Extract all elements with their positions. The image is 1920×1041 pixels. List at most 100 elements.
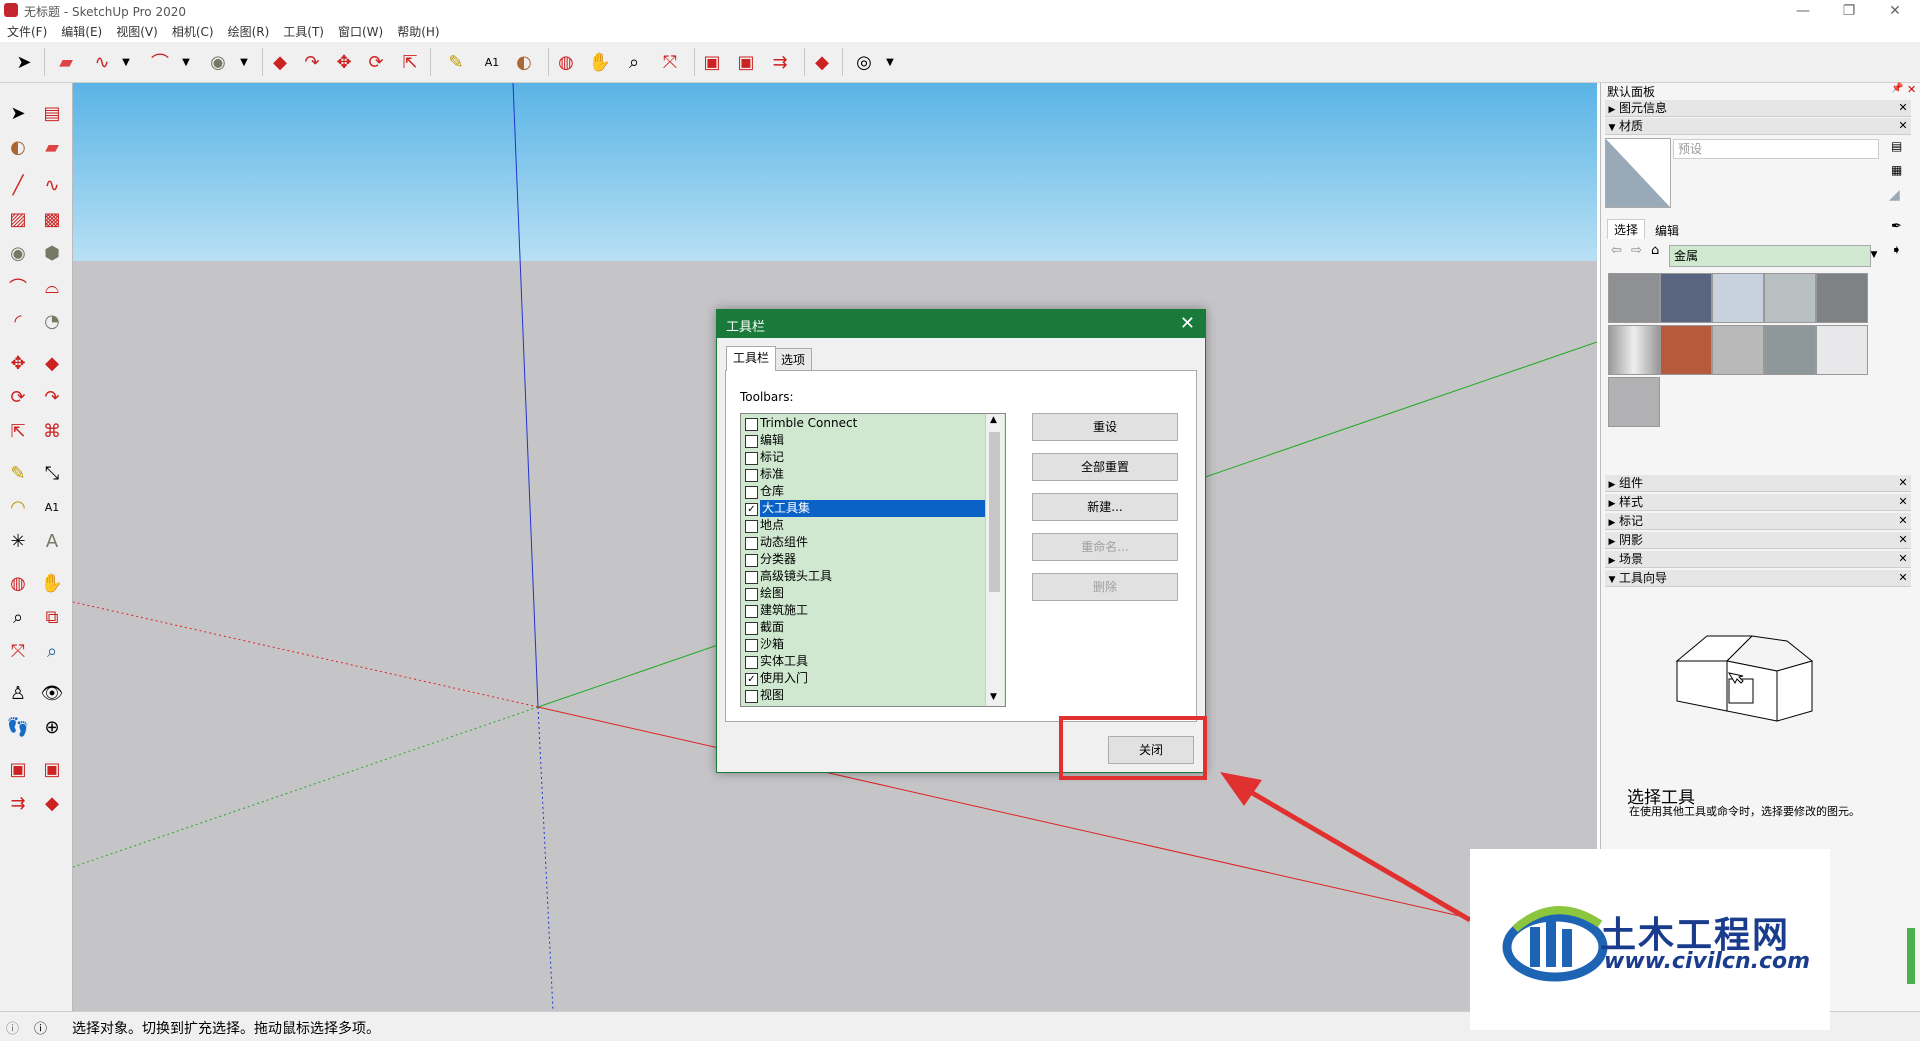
reset-all-button[interactable]: 全部重置	[1032, 453, 1178, 481]
close-tray-icon[interactable]: ✕	[1907, 83, 1916, 96]
list-item[interactable]: 绘图	[743, 585, 987, 602]
default-material-icon[interactable]: ▦	[1891, 163, 1902, 177]
close-icon[interactable]: ✕	[1897, 100, 1909, 116]
close-icon[interactable]: ✕	[1897, 475, 1909, 491]
checkbox[interactable]	[745, 588, 758, 601]
checkbox[interactable]	[745, 554, 758, 567]
material-name-input[interactable]: 预设	[1673, 139, 1879, 159]
scale-icon[interactable]: ⇱	[4, 417, 32, 445]
menu-tools[interactable]: 工具(T)	[276, 22, 331, 42]
text-icon[interactable]: A1	[478, 48, 506, 76]
rotate-icon[interactable]: ⟳	[4, 383, 32, 411]
rotate-icon[interactable]: ⟳	[362, 48, 390, 76]
list-item[interactable]: 实体工具	[743, 653, 987, 670]
checkbox[interactable]	[745, 656, 758, 669]
previous-view-icon[interactable]: ⌕	[38, 637, 66, 665]
chevron-down-icon[interactable]: ▼	[1867, 245, 1881, 265]
instructor-header[interactable]: ▼ 工具向导 ✕	[1605, 570, 1911, 587]
paint-bucket-icon[interactable]: ◐	[510, 48, 538, 76]
geo-location-icon[interactable]: ⓘ	[6, 1018, 19, 1037]
details-arrow-icon[interactable]: ➧	[1891, 243, 1902, 258]
dialog-title-bar[interactable]: 工具栏 ✕	[717, 310, 1205, 338]
info-icon[interactable]: ⓘ	[34, 1018, 47, 1037]
account-icon[interactable]: ◎	[850, 48, 878, 76]
material-swatch[interactable]	[1712, 325, 1764, 375]
pin-icon[interactable]: 📌	[1891, 83, 1903, 94]
orbit-icon[interactable]: ◍	[4, 569, 32, 597]
axes-icon[interactable]: ✳	[4, 527, 32, 555]
list-item[interactable]: 沙箱	[743, 636, 987, 653]
rotated-rectangle-icon[interactable]: ▩	[38, 205, 66, 233]
menu-camera[interactable]: 相机(C)	[165, 22, 221, 42]
checkbox[interactable]	[745, 418, 758, 431]
zoom-icon[interactable]: ⌕	[4, 603, 32, 631]
list-item[interactable]: 标记	[743, 449, 987, 466]
material-swatch[interactable]	[1712, 273, 1764, 323]
material-swatch[interactable]	[1764, 325, 1816, 375]
dropdown-icon[interactable]: ▼	[112, 48, 140, 76]
menu-view[interactable]: 视图(V)	[109, 22, 165, 42]
list-item[interactable]: 地点	[743, 517, 987, 534]
material-swatch[interactable]	[1608, 377, 1660, 427]
follow-me-icon[interactable]: ↷	[38, 383, 66, 411]
material-swatch[interactable]	[1816, 325, 1868, 375]
push-pull-icon[interactable]: ◆	[38, 349, 66, 377]
list-item[interactable]: 仓库	[743, 483, 987, 500]
two-point-arc-icon[interactable]: ⌓	[38, 273, 66, 301]
close-icon[interactable]: ✕	[1897, 532, 1909, 548]
tab-select[interactable]: 选择	[1607, 219, 1646, 239]
list-item[interactable]: 视图	[743, 687, 987, 704]
eraser-icon[interactable]: ▰	[38, 133, 66, 161]
toolbars-list[interactable]: Trimble Connect 编辑 标记 标准 仓库 ✓ 大工具集 地点 动态组…	[740, 413, 1006, 707]
extension-manager-icon[interactable]: ◆	[38, 789, 66, 817]
eyedropper-icon[interactable]: ✒	[1891, 219, 1902, 234]
back-icon[interactable]: ⇦	[1611, 243, 1622, 258]
3d-text-icon[interactable]: A	[38, 527, 66, 555]
warehouse-icon[interactable]: ▣	[698, 48, 726, 76]
material-swatch[interactable]	[1608, 325, 1660, 375]
list-item[interactable]: 标准	[743, 466, 987, 483]
zoom-icon[interactable]: ⌕	[620, 48, 648, 76]
extension-warehouse-icon[interactable]: ▣	[732, 48, 760, 76]
arc-icon[interactable]: ⌒	[146, 48, 174, 76]
freehand-icon[interactable]: ∿	[38, 171, 66, 199]
collection-select[interactable]: 金属	[1669, 245, 1871, 267]
arc-icon[interactable]: ⌒	[4, 273, 32, 301]
tape-measure-icon[interactable]: ✎	[442, 48, 470, 76]
styles-header[interactable]: ▶ 样式 ✕	[1605, 494, 1911, 511]
close-window-button[interactable]: ✕	[1872, 0, 1918, 22]
checkbox[interactable]: ✓	[745, 673, 758, 686]
new-button[interactable]: 新建...	[1032, 493, 1178, 521]
dropdown-icon[interactable]: ▼	[230, 48, 258, 76]
list-item[interactable]: ✓ 大工具集	[743, 500, 988, 517]
pie-icon[interactable]: ◔	[38, 307, 66, 335]
material-swatch[interactable]	[1816, 273, 1868, 323]
close-icon[interactable]: ✕	[1897, 570, 1909, 586]
select-icon[interactable]: ➤	[4, 99, 32, 127]
extension-warehouse-icon[interactable]: ▣	[38, 755, 66, 783]
extension-manager-icon[interactable]: ◆	[808, 48, 836, 76]
move-icon[interactable]: ✥	[330, 48, 358, 76]
text-icon[interactable]: A1	[38, 493, 66, 521]
delete-button[interactable]: 删除	[1032, 573, 1178, 601]
checkbox[interactable]	[745, 605, 758, 618]
checkbox[interactable]	[745, 435, 758, 448]
line-icon[interactable]: ╱	[4, 171, 32, 199]
list-item[interactable]: ✓ 使用入门	[743, 670, 987, 687]
dropdown-icon[interactable]: ▼	[876, 48, 904, 76]
three-point-arc-icon[interactable]: ◜	[4, 307, 32, 335]
zoom-window-icon[interactable]: ⧉	[38, 603, 66, 631]
checkbox[interactable]	[745, 520, 758, 533]
close-icon[interactable]: ✕	[1897, 494, 1909, 510]
zoom-extents-icon[interactable]: ⤧	[656, 48, 684, 76]
forward-icon[interactable]: ⇨	[1631, 243, 1642, 258]
entity-info-header[interactable]: ▶ 图元信息 ✕	[1605, 100, 1911, 117]
polygon-icon[interactable]: ⬢	[38, 239, 66, 267]
select-icon[interactable]: ➤	[10, 48, 38, 76]
dimension-icon[interactable]: ⤡	[38, 459, 66, 487]
layout-send-icon[interactable]: ⇉	[4, 789, 32, 817]
shadows-header[interactable]: ▶ 阴影 ✕	[1605, 532, 1911, 549]
scroll-thumb[interactable]	[989, 432, 1000, 592]
home-icon[interactable]: ⌂	[1651, 243, 1659, 258]
protractor-icon[interactable]: ◠	[4, 493, 32, 521]
